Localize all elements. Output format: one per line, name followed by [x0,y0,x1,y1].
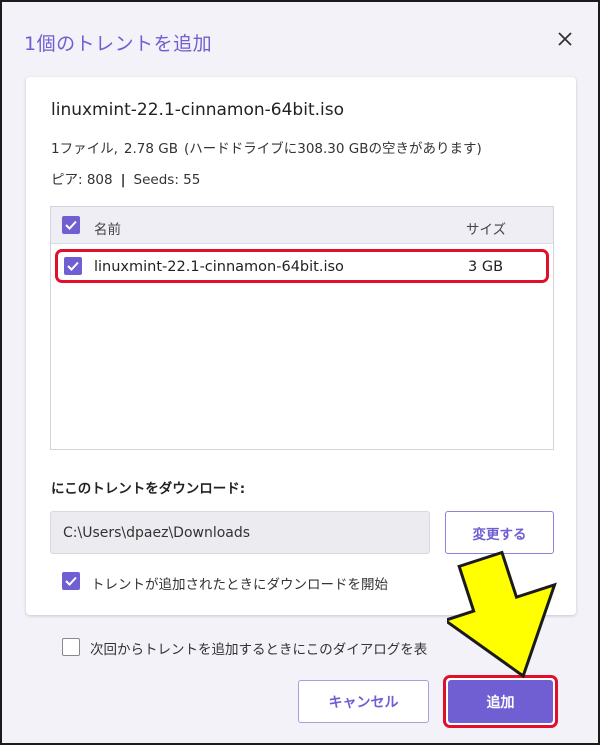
torrent-name: linuxmint-22.1-cinnamon-64bit.iso [51,100,345,120]
total-size: 2.78 GB [123,141,178,157]
checkmark-icon [67,261,79,271]
cancel-button[interactable]: キャンセル [298,680,429,723]
checkmark-icon [65,576,77,586]
file-table: 名前 サイズ linuxmint-22.1-cinnamon-64bit.iso… [50,206,554,450]
seeds-count: Seeds: 55 [133,172,201,188]
peers-count: ピア: 808 [51,172,113,188]
file-name: linuxmint-22.1-cinnamon-64bit.iso [94,259,344,275]
close-button[interactable] [550,24,580,54]
column-header-size[interactable]: サイズ [466,218,506,238]
checkmark-icon [65,220,77,230]
add-torrent-dialog: 1個のトレントを追加 linuxmint-22.1-cinnamon-64bit… [0,0,600,745]
file-count: 1ファイル, [51,141,118,157]
peers-seeds: ピア: 808 | Seeds: 55 [51,168,200,188]
close-icon [558,32,572,46]
free-space-text: (ハードドライブに308.30 GBの空きがあります) [183,141,482,157]
column-header-name[interactable]: 名前 [94,218,121,238]
torrent-meta: 1ファイル, 2.78 GB (ハードドライブに308.30 GBの空きがあります) [51,137,482,157]
select-all-checkbox[interactable] [62,216,80,234]
file-size: 3 GB [468,259,504,275]
dont-show-again-checkbox[interactable] [62,638,80,656]
start-download-label: トレントが追加されたときにダウンロードを開始 [91,577,388,593]
separator: | [120,172,126,188]
download-path-input[interactable] [50,511,430,554]
file-checkbox[interactable] [64,257,82,275]
table-header: 名前 サイズ [51,207,553,244]
file-row[interactable]: linuxmint-22.1-cinnamon-64bit.iso 3 GB [55,249,549,283]
dont-show-again-label: 次回からトレントを追加するときにこのダイアログを表 [90,642,428,658]
dialog-title: 1個のトレントを追加 [24,33,213,55]
start-download-checkbox[interactable] [62,572,80,590]
arrow-down-right-icon [447,550,557,679]
download-location-label: にこのトレントをダウンロード: [51,481,246,497]
